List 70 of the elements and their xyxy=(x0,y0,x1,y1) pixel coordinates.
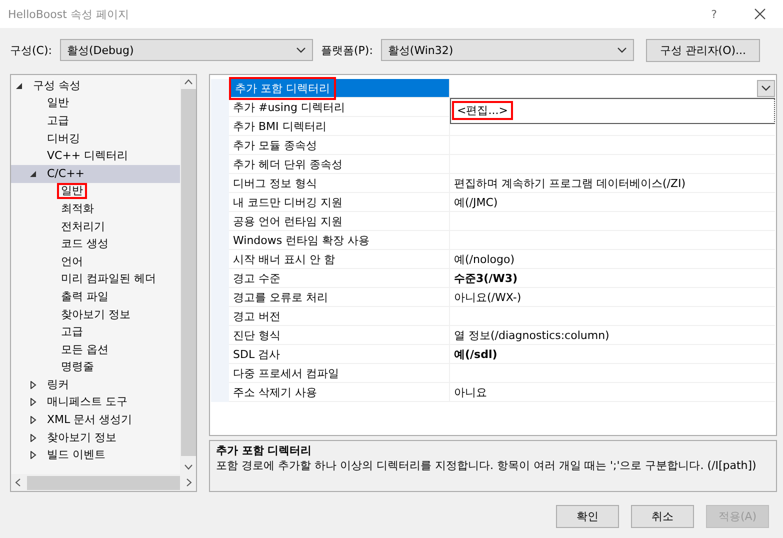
property-name[interactable]: 경고 버전 xyxy=(229,307,450,325)
chevron-down-icon xyxy=(296,47,306,53)
property-name[interactable]: SDL 검사 xyxy=(229,345,450,363)
tree-item[interactable]: 찾아보기 정보 xyxy=(11,428,180,446)
dropdown-field[interactable]: 활성(Win32) xyxy=(380,39,634,61)
property-value[interactable]: 수준3(/W3) xyxy=(450,269,775,287)
tree-item[interactable]: 매니페스트 도구 xyxy=(11,394,180,412)
dialog-button[interactable]: 취소 xyxy=(631,505,694,528)
tree-item[interactable]: C/C++ xyxy=(11,164,180,183)
scroll-down-icon xyxy=(184,464,192,470)
tree-item[interactable]: 일반 xyxy=(11,182,180,200)
property-name[interactable]: 내 코드만 디버깅 지원 xyxy=(229,193,450,211)
property-value[interactable]: 아니요(/WX-) xyxy=(450,288,775,306)
tree-item[interactable]: 출력 파일 xyxy=(11,288,180,306)
tree-item[interactable]: 전처리기 xyxy=(11,218,180,236)
property-value[interactable]: 편집하며 계속하기 프로그램 데이터베이스(/ZI) xyxy=(450,174,775,192)
tree-item[interactable]: 찾아보기 정보 xyxy=(11,306,180,324)
horizontal-scrollbar[interactable] xyxy=(11,474,196,491)
chevron-down-icon xyxy=(761,85,771,91)
scroll-right-icon xyxy=(186,478,192,487)
description-title: 추가 포함 디렉터리 xyxy=(216,443,313,458)
tree-item[interactable]: 고급 xyxy=(11,323,180,341)
tree-item[interactable]: 구성 속성 xyxy=(11,77,180,95)
tree-item[interactable]: XML 문서 생성기 xyxy=(11,411,180,429)
scroll-up-icon xyxy=(184,79,192,85)
description-text: 포함 경로에 추가할 하나 이상의 디렉터리를 지정합니다. 항목이 여러 개일 때는 ';'으로 구분합니다. (/I[path]) xyxy=(216,458,758,473)
window-title: HelloBoost 속성 페이지 xyxy=(8,6,129,22)
tree-item[interactable]: 언어 xyxy=(11,252,180,271)
property-name[interactable]: 경고를 오류로 처리 xyxy=(229,288,450,306)
dropdown-field[interactable]: 활성(Debug) xyxy=(60,39,313,61)
property-name[interactable]: 진단 형식 xyxy=(229,326,450,344)
tree-item[interactable]: 모든 옵션 xyxy=(11,340,180,358)
dropdown-button[interactable] xyxy=(757,80,775,96)
dropdown-option[interactable]: <편집...> xyxy=(452,101,513,120)
property-name[interactable]: 추가 #using 디렉터리 xyxy=(229,98,450,116)
property-value[interactable]: 예(/JMC) xyxy=(450,193,775,211)
tree-item[interactable]: VC++ 디렉터리 xyxy=(11,147,180,165)
property-name[interactable]: 추가 포함 디렉터리 xyxy=(229,79,450,97)
property-name[interactable]: 경고 수준 xyxy=(229,269,450,287)
tree-item[interactable]: 디버깅 xyxy=(11,130,180,148)
tree-item[interactable]: 코드 생성 xyxy=(11,235,180,253)
tree-item[interactable]: 미리 컴파일된 헤더 xyxy=(11,270,180,288)
tree-item[interactable]: 링커 xyxy=(11,376,180,394)
property-name[interactable]: 추가 BMI 디렉터리 xyxy=(229,117,450,135)
help-button[interactable]: ? xyxy=(691,0,737,28)
platform-label: 플랫폼(P): xyxy=(320,42,373,58)
config-manager-button[interactable]: 구성 관리자(O)... xyxy=(646,38,760,62)
tree-item[interactable]: 일반 xyxy=(11,94,180,112)
property-name[interactable]: 공용 언어 런타임 지원 xyxy=(229,212,450,230)
property-value[interactable]: 열 정보(/diagnostics:column) xyxy=(450,326,775,344)
tree-item[interactable]: 빌드 이벤트 xyxy=(11,446,180,464)
property-name[interactable]: 다중 프로세서 컴파일 xyxy=(229,364,450,382)
property-value[interactable]: 예(/sdl) xyxy=(450,345,775,363)
property-value[interactable]: 예(/nologo) xyxy=(450,250,775,268)
chevron-down-icon xyxy=(616,47,627,53)
tree-item[interactable]: 고급 xyxy=(11,112,180,130)
property-name[interactable]: 추가 모듈 종속성 xyxy=(229,136,450,154)
tree-item[interactable]: 최적화 xyxy=(11,200,180,218)
property-name[interactable]: Windows 런타임 확장 사용 xyxy=(229,231,450,249)
property-name[interactable]: 디버그 정보 형식 xyxy=(229,174,450,192)
property-value[interactable]: 아니요 xyxy=(450,383,775,401)
dialog-button[interactable]: 확인 xyxy=(556,505,619,528)
tree-item[interactable]: 명령줄 xyxy=(11,358,180,376)
property-name[interactable]: 추가 헤더 단위 종속성 xyxy=(229,155,450,173)
scroll-thumb[interactable] xyxy=(27,476,180,490)
property-name[interactable]: 시작 배너 표시 안 함 xyxy=(229,250,450,268)
config-label: 구성(C): xyxy=(10,42,52,58)
property-name[interactable]: 주소 삭제기 사용 xyxy=(229,383,450,401)
close-icon xyxy=(754,8,766,20)
scroll-left-icon xyxy=(15,478,21,487)
